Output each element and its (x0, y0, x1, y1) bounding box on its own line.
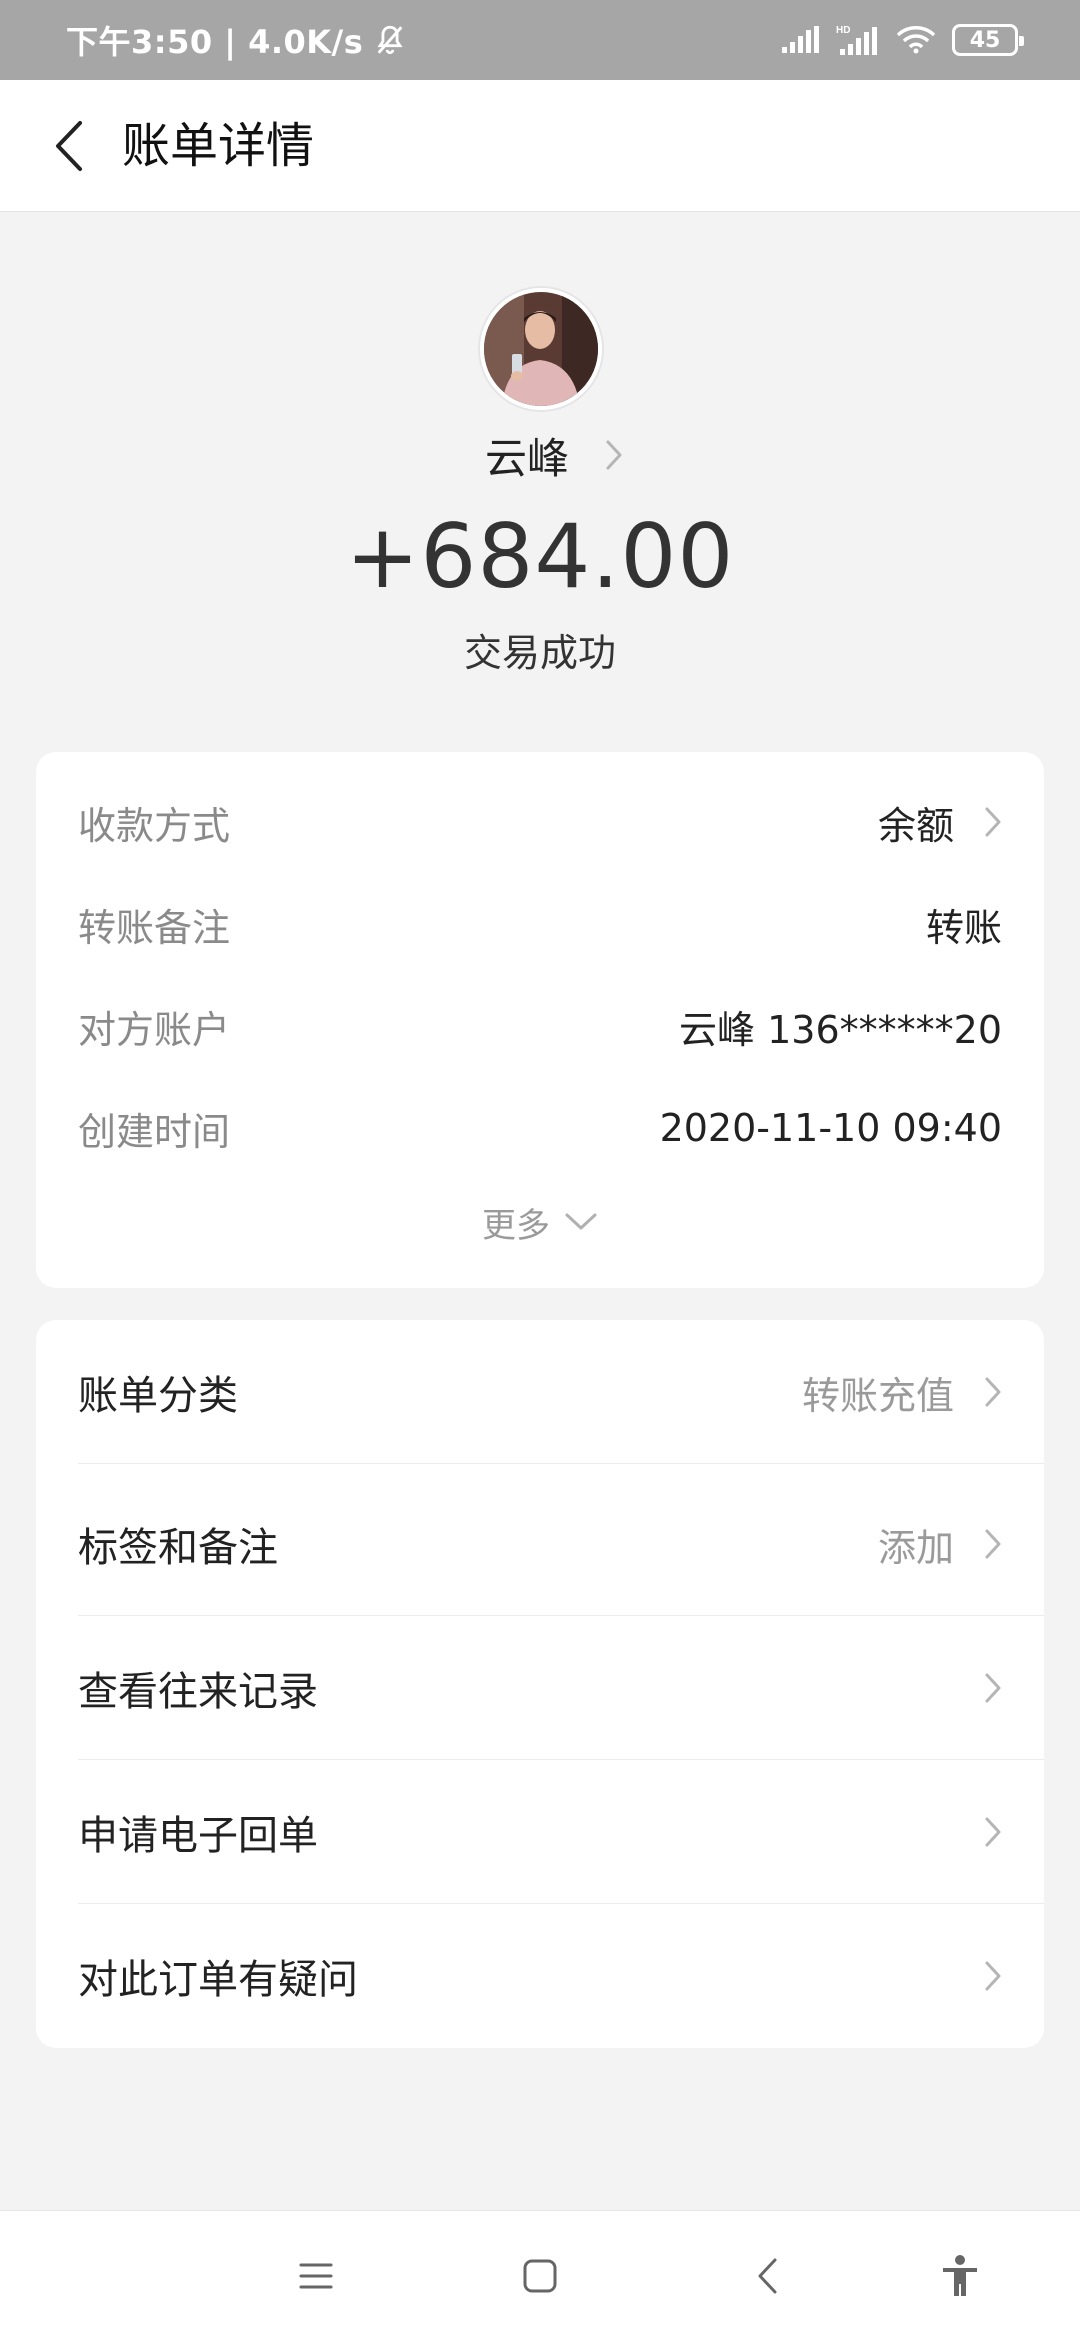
menu-item-label: 标签和备注 (78, 1525, 278, 1571)
detail-row-counterparty-account: 对方账户 云峰 136******20 (78, 996, 1002, 1056)
avatar[interactable] (480, 288, 602, 410)
battery-level: 45 (969, 27, 1001, 53)
detail-row-transfer-note: 转账备注 转账 (78, 894, 1002, 954)
transaction-status: 交易成功 (463, 631, 616, 675)
detail-label: 收款方式 (78, 803, 231, 848)
accessibility-button[interactable] (920, 2211, 1000, 2340)
menu-item-label: 申请电子回单 (78, 1813, 318, 1859)
chevron-right-icon (985, 1961, 1001, 1991)
wifi-icon (896, 26, 936, 54)
accessibility-icon (943, 2255, 977, 2296)
payer-name-row[interactable]: 云峰 (0, 420, 1080, 490)
chevron-down-icon (565, 1213, 597, 1230)
menu-card: 账单分类 转账充值 标签和备注 添加 查看往来记录 申请电子回单 对此订单有疑问 (36, 1320, 1044, 2048)
system-nav-bar (0, 2210, 1080, 2340)
chevron-right-icon (985, 1529, 1001, 1559)
more-label: 更多 (482, 1205, 550, 1246)
back-button[interactable] (40, 116, 100, 176)
detail-value: 余额 (878, 795, 1002, 850)
menu-item-right (954, 1960, 1002, 1992)
hd-signal-icon: HD (836, 25, 877, 55)
status-bar: 下午3:50 | 4.0K/s HD 45 (0, 0, 1080, 80)
signal-icon (782, 26, 819, 53)
detail-value: 2020-11-10 09:40 (659, 1106, 1002, 1150)
detail-row-payment-method[interactable]: 收款方式 余额 (78, 792, 1002, 852)
home-button[interactable] (500, 2211, 580, 2340)
battery-icon: 45 (952, 24, 1024, 56)
menu-item-e-receipt[interactable]: 申请电子回单 (78, 1760, 1044, 1904)
back-icon (758, 2258, 777, 2294)
status-right: HD 45 (780, 0, 1024, 80)
header-bar: 账单详情 (0, 80, 1080, 212)
chevron-right-icon (985, 1673, 1001, 1703)
menu-button[interactable] (276, 2211, 356, 2340)
detail-label: 创建时间 (78, 1109, 231, 1154)
menu-item-label: 账单分类 (78, 1373, 238, 1419)
menu-item-tags-notes[interactable]: 标签和备注 添加 (78, 1472, 1044, 1616)
chevron-left-icon (56, 121, 82, 171)
menu-item-right: 转账充值 (802, 1365, 1002, 1420)
detail-value: 转账 (925, 905, 1002, 950)
details-card: 收款方式 余额 转账备注 转账 对方账户 云峰 136******20 创建时间… (36, 752, 1044, 1288)
chevron-right-icon (985, 807, 1001, 837)
detail-label: 转账备注 (78, 905, 231, 950)
menu-item-right (954, 1816, 1002, 1848)
mute-bell-icon (377, 25, 403, 55)
transaction-amount: +684.00 (345, 505, 735, 608)
system-back-button[interactable] (728, 2211, 808, 2340)
home-icon (523, 2259, 557, 2293)
status-left: 下午3:50 | 4.0K/s (66, 0, 407, 80)
menu-item-right: 添加 (878, 1517, 1002, 1572)
chevron-right-icon (606, 440, 622, 470)
menu-item-value: 转账充值 (801, 1373, 954, 1418)
menu-item-bill-category[interactable]: 账单分类 转账充值 (78, 1320, 1044, 1464)
page-title: 账单详情 (122, 118, 315, 174)
status-time-speed: 下午3:50 | 4.0K/s (66, 23, 364, 61)
detail-value-text: 余额 (877, 803, 954, 848)
chevron-right-icon (985, 1377, 1001, 1407)
detail-label: 对方账户 (78, 1007, 231, 1052)
menu-item-value: 添加 (877, 1525, 954, 1570)
chevron-right-icon (985, 1817, 1001, 1847)
detail-value: 云峰 136******20 (679, 1007, 1002, 1052)
avatar-image (484, 292, 598, 406)
payer-name: 云峰 (484, 433, 569, 483)
more-button[interactable]: 更多 (36, 1192, 1044, 1252)
detail-row-created-time: 创建时间 2020-11-10 09:40 (78, 1098, 1002, 1158)
menu-icon (299, 2263, 333, 2289)
svg-text:HD: HD (836, 25, 850, 36)
menu-item-right (954, 1672, 1002, 1704)
menu-item-label: 查看往来记录 (78, 1669, 318, 1715)
menu-item-transaction-history[interactable]: 查看往来记录 (78, 1616, 1044, 1760)
menu-item-label: 对此订单有疑问 (78, 1957, 358, 2003)
menu-item-order-question[interactable]: 对此订单有疑问 (78, 1904, 1044, 2048)
